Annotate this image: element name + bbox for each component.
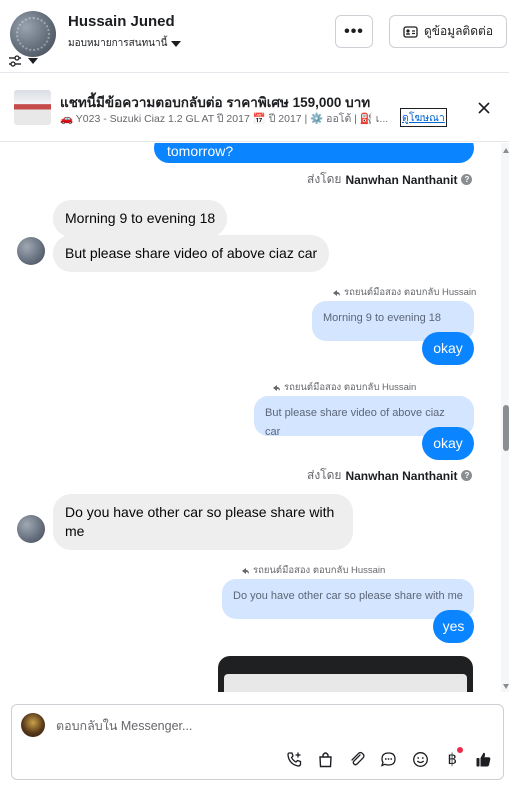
shopping-bag-icon — [319, 751, 332, 767]
more-icon: ••• — [344, 22, 364, 40]
reply-context-label: รถยนต์มือสอง ตอบกลับ Hussain — [272, 380, 416, 395]
message-text: okay — [433, 340, 463, 356]
sender-avatar[interactable] — [17, 237, 45, 265]
more-options-button[interactable]: ••• — [335, 15, 373, 48]
add-call-icon — [286, 751, 301, 767]
chevron-down-icon — [171, 40, 182, 47]
emoji-icon — [413, 751, 429, 767]
emoji-button[interactable] — [409, 747, 433, 771]
scroll-down-arrow-icon[interactable] — [503, 684, 509, 689]
message-bubble-incoming[interactable]: Morning 9 to evening 18 — [53, 200, 228, 237]
sent-by-prefix: ส่งโดย — [307, 172, 342, 186]
thumbs-up-icon — [476, 752, 491, 766]
message-text: But please share video of above ciaz car — [65, 245, 318, 261]
chat-bubble-icon — [381, 751, 397, 767]
scrollbar-thumb[interactable] — [503, 405, 509, 451]
message-text: okay — [433, 435, 463, 451]
sent-by-prefix: ส่งโดย — [307, 468, 342, 482]
contact-avatar[interactable] — [10, 11, 56, 57]
sender-avatar[interactable] — [17, 515, 45, 543]
reply-arrow-icon — [333, 289, 340, 296]
reply-context-label: รถยนต์มือสอง ตอบกลับ Hussain — [241, 563, 385, 578]
reply-context-label: รถยนต์มือสอง ตอบกลับ Hussain — [332, 285, 476, 300]
quoted-message[interactable]: Do you have other car so please share wi… — [222, 579, 474, 619]
call-button[interactable] — [282, 747, 306, 771]
quoted-text: Do you have other car so please share wi… — [233, 590, 463, 602]
reply-label-text: รถยนต์มือสอง ตอบกลับ Hussain — [284, 382, 417, 393]
ad-subtitle: 🚗 Y023 - Suzuki Ciaz 1.2 GL AT ปี 2017 📅… — [60, 113, 389, 125]
composer-toolbar: ฿ — [282, 747, 502, 771]
reply-input[interactable] — [56, 715, 476, 737]
contact-card-icon — [403, 25, 418, 38]
message-text: yes — [442, 618, 465, 634]
message-thread[interactable]: tomorrow? ส่งโดย Nanwhan Nanthanit ? Mor… — [0, 143, 509, 692]
reply-label-text: รถยนต์มือสอง ตอบกลับ Hussain — [253, 565, 386, 576]
info-icon[interactable]: ? — [461, 174, 473, 185]
info-icon[interactable]: ? — [461, 470, 473, 481]
attach-file-button[interactable] — [345, 747, 369, 771]
baht-icon: ฿ — [447, 751, 458, 768]
conversation-header: Hussain Juned มอบหมายการสนทนานี้ ••• ดูข… — [0, 0, 509, 73]
close-banner-button[interactable] — [473, 97, 495, 119]
media-attachment-card[interactable] — [218, 656, 473, 692]
reply-arrow-icon — [273, 384, 280, 391]
message-bubble-outgoing[interactable]: okay — [422, 427, 474, 460]
shop-button[interactable] — [314, 747, 338, 771]
reply-label-text: รถยนต์มือสอง ตอบกลับ Hussain — [344, 287, 477, 298]
quoted-text: Morning 9 to evening 18 — [323, 312, 442, 324]
like-button[interactable] — [472, 747, 496, 771]
message-bubble-outgoing[interactable]: okay — [422, 332, 474, 365]
filter-dropdown[interactable] — [8, 54, 46, 68]
assign-conversation-dropdown[interactable]: มอบหมายการสนทนานี้ — [68, 36, 182, 51]
message-bubble-incoming[interactable]: But please share video of above ciaz car — [53, 235, 330, 272]
scroll-up-arrow-icon[interactable] — [503, 148, 509, 153]
contact-name[interactable]: Hussain Juned — [68, 13, 175, 30]
chevron-down-icon — [28, 58, 38, 64]
attachment-icon — [351, 751, 365, 766]
message-bubble-outgoing[interactable]: yes — [433, 610, 474, 643]
page-avatar — [21, 713, 45, 737]
sent-by-label: ส่งโดย Nanwhan Nanthanit ? — [307, 466, 473, 485]
ad-thumbnail — [14, 90, 51, 125]
filter-icon — [9, 54, 21, 67]
contact-info-label: ดูข้อมูลติดต่อ — [423, 24, 494, 38]
quoted-text: But please share video of above ciaz car — [265, 407, 445, 438]
view-ad-link[interactable]: ดูโฆษณา — [400, 108, 447, 127]
message-bubble-outgoing[interactable]: tomorrow? — [154, 143, 474, 163]
message-bubble-incoming[interactable]: Do you have other car so please share wi… — [53, 494, 353, 550]
assign-label: มอบหมายการสนทนานี้ — [68, 38, 168, 49]
sent-by-label: ส่งโดย Nanwhan Nanthanit ? — [307, 170, 473, 189]
payment-button[interactable]: ฿ — [440, 747, 464, 771]
sender-name: Nanwhan Nanthanit — [345, 172, 458, 187]
notification-dot — [457, 747, 464, 753]
reply-arrow-icon — [242, 567, 249, 574]
reply-composer: ฿ — [11, 704, 504, 780]
view-contact-info-button[interactable]: ดูข้อมูลติดต่อ — [389, 15, 507, 48]
message-text: Morning 9 to evening 18 — [65, 210, 216, 226]
close-icon — [478, 102, 490, 114]
sender-name: Nanwhan Nanthanit — [345, 468, 458, 483]
ad-context-banner: แชทนี้มีข้อความตอบกลับต่อ ราคาพิเศษ 159,… — [0, 74, 509, 142]
saved-replies-button[interactable] — [377, 747, 401, 771]
message-text: tomorrow? — [167, 143, 234, 159]
message-text: Do you have other car so please share wi… — [65, 504, 335, 539]
